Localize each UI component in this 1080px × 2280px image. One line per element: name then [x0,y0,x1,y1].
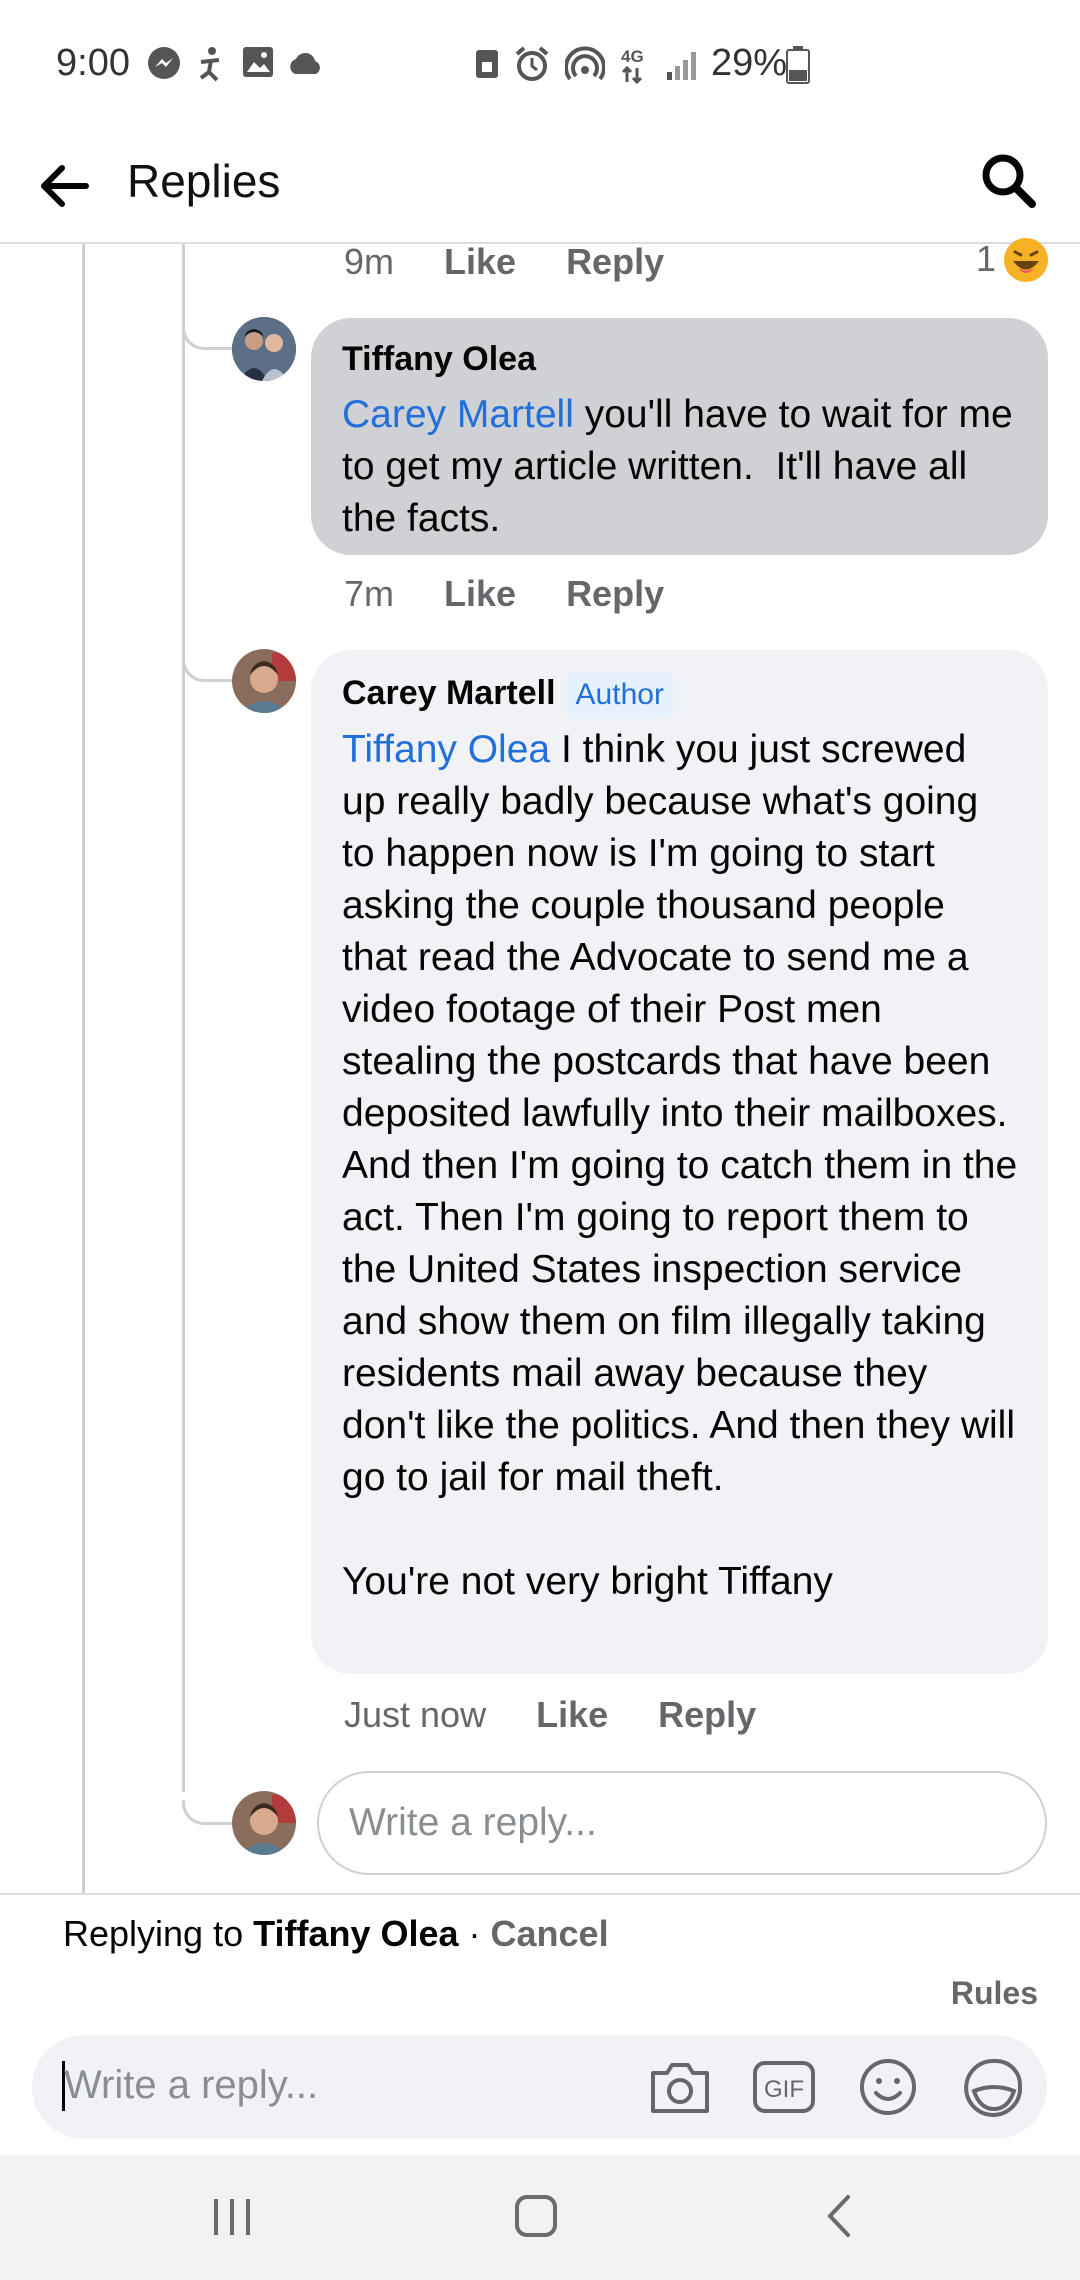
gallery-icon [243,47,273,77]
alarm-icon [515,46,549,81]
cloud-icon [290,52,320,74]
hotspot-icon [565,46,605,80]
avatar[interactable] [232,649,296,713]
like-button[interactable]: Like [444,573,516,614]
emoji-icon[interactable] [858,2057,918,2117]
camera-icon[interactable] [647,2057,713,2117]
system-nav-bar [0,2155,1080,2280]
mention-link[interactable]: Tiffany Olea [342,728,550,771]
reply-input[interactable]: Write a reply... GIF [32,2035,1047,2139]
haha-reaction-icon[interactable] [1002,236,1050,284]
comment-bubble: Carey Martell Author Tiffany Olea I think… [311,650,1048,1674]
like-button[interactable]: Like [444,241,516,282]
sim-lock-icon [476,50,498,78]
svg-text:GIF: GIF [764,2076,804,2103]
network-4g-icon: 4G [621,47,644,84]
thread-line-outer [82,244,85,1894]
recent-apps-icon[interactable] [210,2195,254,2239]
avatar-photo [232,649,296,713]
replying-to-name: Tiffany Olea [253,1913,459,1954]
comment-author[interactable]: Carey Martell [342,674,556,712]
reply-button[interactable]: Reply [658,1694,756,1735]
page-title: Replies [127,155,281,207]
comment-actions: 9m Like Reply [344,241,714,283]
battery-icon [786,46,810,84]
messenger-icon [148,47,180,79]
comment-timestamp: 7m [344,573,395,614]
thread-connector [182,657,237,682]
back-arrow-icon[interactable] [34,156,94,216]
comment-text: Tiffany Olea I think you just screwed up… [342,728,1018,1603]
comment-author[interactable]: Tiffany Olea [342,340,1018,379]
avatar[interactable] [232,317,296,381]
search-icon[interactable] [976,148,1040,212]
rules-link[interactable]: Rules [951,1975,1038,2012]
reply-button[interactable]: Reply [566,573,664,614]
reply-button[interactable]: Reply [566,241,664,282]
status-bar: 9:00 4G 29% [0,0,1080,130]
mention-link[interactable]: Carey Martell [342,393,574,436]
svg-text:4G: 4G [621,47,644,66]
accessibility-icon [199,47,220,82]
comment-timestamp: 9m [344,241,395,282]
avatar-photo [232,317,296,381]
comment-text: Carey Martell you'll have to wait for me… [342,393,1024,540]
inline-reply-input[interactable]: Write a reply... [317,1771,1047,1875]
replying-to-text: Replying to Tiffany Olea · Cancel [63,1913,609,1954]
avatar-photo [232,1791,296,1855]
app-header: Replies [0,130,1080,244]
compose-area: Replying to Tiffany Olea · Cancel Rules … [0,1893,1080,2157]
comment-bubble: Tiffany Olea Carey Martell you'll have t… [311,318,1048,555]
avatar [232,1791,296,1855]
home-icon[interactable] [513,2193,559,2239]
thread-connector [182,325,237,350]
signal-icon [667,52,696,80]
battery-percent: 29% [711,42,788,84]
sticker-icon[interactable] [962,2057,1026,2119]
reply-placeholder: Write a reply... [64,2063,319,2107]
back-nav-icon[interactable] [820,2193,856,2239]
comment-actions: 7m Like Reply [344,573,714,615]
comment-actions: Just now Like Reply [344,1694,806,1736]
gif-icon[interactable]: GIF [752,2057,816,2117]
reaction-count: 1 [976,238,997,279]
thread-line-inner [182,244,185,1792]
like-button[interactable]: Like [536,1694,608,1735]
author-badge: Author [565,672,674,718]
cancel-button[interactable]: Cancel [491,1913,609,1954]
thread-connector [182,1800,237,1825]
comment-author-row: Carey Martell Author [342,672,1018,718]
status-time: 9:00 [56,42,130,84]
comment-timestamp: Just now [344,1694,487,1735]
